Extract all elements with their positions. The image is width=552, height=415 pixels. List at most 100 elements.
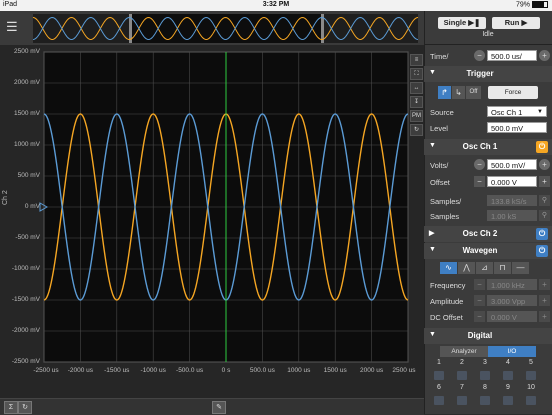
force-trigger-button[interactable]: Force (488, 86, 538, 99)
sample-rate-field: 133.8 kS/s (487, 195, 537, 206)
battery-icon (532, 1, 548, 8)
digital-pin-toggle[interactable] (526, 371, 536, 380)
dc-offset-increment-button[interactable]: + (539, 311, 550, 322)
offset-decrement-button[interactable]: − (474, 176, 485, 187)
lock-icon[interactable]: ⚲ (539, 195, 550, 206)
sawtooth-wave-icon[interactable]: ⊿ (476, 262, 493, 274)
time-zoom-out-icon[interactable]: − (474, 50, 485, 61)
frequency-decrement-button[interactable]: − (474, 279, 485, 290)
history-icon[interactable]: ↻ (410, 124, 423, 136)
offset-label: Offset (430, 178, 450, 187)
digital-pin-toggle[interactable] (526, 396, 536, 405)
osc-ch2-section-header[interactable]: ▶ Osc Ch 2 ⏻ (424, 226, 552, 242)
y-tick-label: 2500 mV (13, 48, 40, 55)
osc-ch1-section-header[interactable]: ▼ Osc Ch 1 ⏻ (424, 139, 552, 155)
volts-per-div-field[interactable]: 500.0 mV/ (487, 159, 537, 170)
y-tick-label: 500 mV (17, 172, 40, 179)
digital-pin-toggle[interactable] (480, 396, 490, 405)
samples-field: 1.00 kS (487, 210, 537, 221)
trigger-title: Trigger (466, 69, 494, 78)
pin-number-label: 1 (437, 359, 441, 366)
x-tick-label: -1500 us (104, 367, 130, 374)
digital-pin-toggle[interactable] (503, 396, 513, 405)
trigger-level-field[interactable]: 500.0 mV (487, 122, 547, 133)
lock-icon[interactable]: ⚲ (539, 210, 550, 221)
trigger-off-button[interactable]: Off (466, 86, 481, 99)
dc-wave-icon[interactable]: — (512, 262, 529, 274)
trigger-section-header[interactable]: ▼ Trigger (424, 66, 552, 82)
volts-zoom-out-icon[interactable]: − (474, 159, 485, 170)
pencil-icon[interactable]: ✎ (212, 401, 226, 414)
digital-pin-toggle[interactable] (457, 396, 467, 405)
hamburger-menu-icon[interactable]: ☰ (6, 20, 20, 34)
frequency-field[interactable]: 1.000 kHz (487, 279, 537, 290)
offset-field[interactable]: 0.000 V (487, 176, 537, 187)
run-label: Run (504, 18, 520, 27)
wavegen-section-header[interactable]: ▼ Wavegen ⏻ (424, 243, 552, 259)
battery-percent: 79% (515, 1, 530, 9)
x-tick-label: 0 s (221, 367, 231, 374)
x-tick-label: 1000 us (287, 367, 311, 374)
volts-label: Volts/ (430, 161, 449, 170)
sigma-icon[interactable]: Σ (4, 401, 18, 414)
dc-offset-decrement-button[interactable]: − (474, 311, 485, 322)
download-icon[interactable]: ↧ (410, 96, 423, 108)
y-tick-label: -2000 mV (11, 327, 40, 334)
digital-title: Digital (467, 331, 493, 340)
pin-number-label: 2 (460, 359, 464, 366)
square-wave-icon[interactable]: ⊓ (494, 262, 511, 274)
wavegen-power-icon[interactable]: ⏻ (536, 245, 548, 257)
plot-canvas[interactable] (0, 45, 424, 398)
digital-pin-toggle[interactable] (503, 371, 513, 380)
time-per-div-field[interactable]: 500.0 us/ (487, 50, 537, 61)
dc-offset-field[interactable]: 0.000 V (487, 311, 537, 322)
pin-number-label: 5 (529, 359, 533, 366)
waveform-overview[interactable] (33, 14, 418, 43)
volts-zoom-in-icon[interactable]: + (539, 159, 550, 170)
sine-wave-icon[interactable]: ∿ (440, 262, 457, 274)
io-tab[interactable]: I/O (488, 346, 536, 357)
y-tick-label: -500 mV (15, 234, 40, 241)
frequency-increment-button[interactable]: + (539, 279, 550, 290)
osc-ch2-power-icon[interactable]: ⏻ (536, 228, 548, 240)
y-tick-label: -1000 mV (11, 265, 40, 272)
measure-icon[interactable]: ↔ (410, 82, 423, 94)
offset-increment-button[interactable]: + (539, 176, 550, 187)
level-label: Level (430, 124, 448, 133)
overview-series-1 (33, 16, 418, 41)
dropdown-arrow-icon: ▼ (537, 109, 543, 115)
overview-waveforms (33, 16, 418, 41)
x-tick-label: 2500 us (392, 367, 416, 374)
cursor-icon[interactable]: ≡ (410, 54, 423, 66)
overview-series-2 (33, 16, 418, 41)
amplitude-field[interactable]: 3.000 Vpp (487, 295, 537, 306)
time-zoom-in-icon[interactable]: + (539, 50, 550, 61)
dc-offset-label: DC Offset (430, 313, 463, 322)
pm-button[interactable]: PM (410, 110, 423, 122)
digital-pin-toggle[interactable] (480, 371, 490, 380)
pin-number-label: 7 (460, 384, 464, 391)
pin-number-label: 6 (437, 384, 441, 391)
x-tick-label: 500.0 us (249, 367, 275, 374)
y-tick-label: 1000 mV (13, 141, 40, 148)
osc-ch1-power-icon[interactable]: ⏻ (536, 141, 548, 153)
triangle-wave-icon[interactable]: ⋀ (458, 262, 475, 274)
run-button[interactable]: Run ▶ (492, 17, 540, 29)
zoom-fit-icon[interactable]: ⛶ (410, 68, 423, 80)
amplitude-decrement-button[interactable]: − (474, 295, 485, 306)
digital-pin-toggle[interactable] (457, 371, 467, 380)
amplitude-increment-button[interactable]: + (539, 295, 550, 306)
x-tick-label: -2000 us (67, 367, 94, 374)
falling-edge-icon[interactable]: ↳ (452, 86, 465, 99)
single-button[interactable]: Single ▶❚ (438, 17, 486, 29)
y-tick-label: -2500 mV (11, 358, 40, 365)
digital-pin-toggle[interactable] (434, 396, 444, 405)
y-tick-label: 0 mV (24, 203, 40, 210)
digital-section-header[interactable]: ▼ Digital (424, 328, 552, 344)
rising-edge-icon[interactable]: ↱ (438, 86, 451, 99)
trigger-source-select[interactable]: Osc Ch 1 ▼ (487, 106, 547, 117)
x-tick-label: -500.0 us (176, 367, 204, 374)
digital-pin-toggle[interactable] (434, 371, 444, 380)
refresh-icon[interactable]: ↻ (18, 401, 32, 414)
analyzer-tab[interactable]: Analyzer (440, 346, 488, 357)
